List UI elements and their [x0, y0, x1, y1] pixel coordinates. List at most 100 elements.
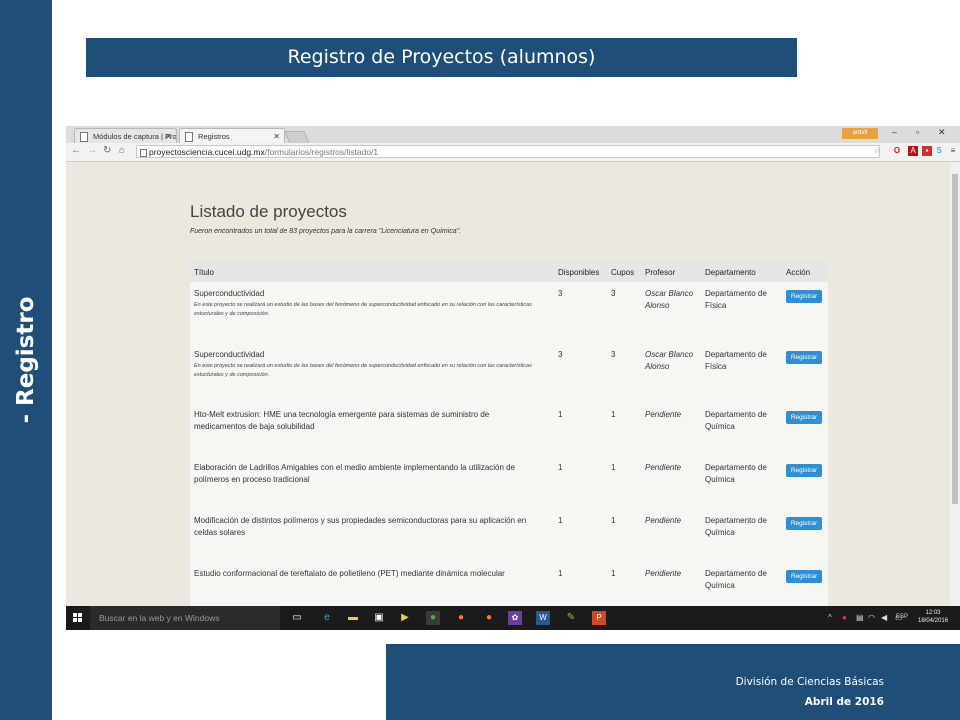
row-available: 1 [558, 463, 563, 472]
close-icon[interactable]: ✕ [165, 129, 172, 143]
row-slots: 1 [611, 463, 616, 472]
col-titulo: Título [194, 268, 215, 277]
browser-tab-strip: Módulos de captura | Pro ✕ Registros ✕ a… [66, 126, 960, 144]
row-title: Superconductividad [194, 289, 265, 298]
taskbar-clock[interactable]: 12:03 18/04/2016 [918, 609, 948, 625]
projects-table: Título Disponibles Cupos Profesor Depart… [190, 262, 828, 606]
row-title: Modificación de distintos polímeros y su… [194, 516, 527, 537]
row-title: Elaboración de Ladrillos Amigables con e… [194, 463, 516, 484]
language-indicator[interactable]: ESP [896, 614, 908, 620]
row-slots: 1 [611, 569, 616, 578]
register-button[interactable]: Registrar [786, 411, 822, 424]
address-bar[interactable]: proyectosciencia.cucei.udg.mx/formulario… [136, 145, 880, 158]
volume-icon[interactable]: ◀ [881, 613, 887, 622]
register-button[interactable]: Registrar [786, 570, 822, 583]
row-title: Superconductividad [194, 350, 265, 359]
register-button[interactable]: Registrar [786, 464, 822, 477]
firefox-dev-icon[interactable]: ● [482, 611, 496, 625]
row-professor: Oscar Blanco Alonso [645, 289, 694, 310]
row-professor: Pendiente [645, 516, 682, 525]
register-button[interactable]: Registrar [786, 290, 822, 303]
row-department: Departamento de Física [705, 289, 767, 310]
row-professor: Pendiente [645, 569, 682, 578]
tab-modulos-captura[interactable]: Módulos de captura | Pro ✕ [74, 128, 177, 143]
back-arrow-icon[interactable]: ← [71, 145, 81, 156]
tab-label: Módulos de captura | Pro [93, 132, 177, 141]
store-icon[interactable]: ▣ [372, 611, 386, 625]
row-slots: 1 [611, 410, 616, 419]
close-window-icon[interactable]: ✕ [938, 127, 946, 138]
reload-icon[interactable]: ↻ [103, 145, 111, 156]
taskbar-search-input[interactable]: Buscar en la web y en Windows [90, 606, 280, 630]
footer-org: División de Ciencias Básicas [735, 676, 884, 688]
col-departamento: Departamento [705, 268, 756, 277]
scroll-thumb[interactable] [952, 174, 958, 504]
maximize-icon[interactable]: ▫ [916, 127, 919, 137]
tab-registros[interactable]: Registros ✕ [179, 128, 285, 143]
footer-band: División de Ciencias Básicas Abril de 20… [386, 644, 960, 720]
task-view-icon[interactable]: ▭ [290, 611, 304, 625]
row-department: Departamento de Química [705, 463, 767, 484]
close-icon[interactable]: ✕ [273, 129, 280, 143]
row-professor: Pendiente [645, 410, 682, 419]
minimize-icon[interactable]: – [892, 127, 897, 137]
network-icon[interactable]: ▤ [856, 613, 864, 622]
slide-title: Registro de Proyectos (alumnos) [86, 38, 797, 77]
app-icon[interactable]: ✿ [508, 611, 522, 625]
windows-taskbar: Buscar en la web y en Windows ▭ e ▬ ▣ ▶ … [66, 606, 960, 630]
register-button[interactable]: Registrar [786, 351, 822, 364]
user-badge[interactable]: ardvfi [842, 128, 878, 139]
row-title: Hto-Melt extrusion: HME una tecnología e… [194, 410, 490, 431]
forward-arrow-icon[interactable]: → [87, 145, 97, 156]
row-slots: 3 [611, 289, 616, 298]
tab-label: Registros [198, 132, 230, 141]
skype-icon[interactable]: S [934, 146, 944, 156]
col-cupos: Cupos [611, 268, 635, 277]
row-title: Estudio conformacional de tereftalato de… [194, 569, 505, 578]
wifi-icon[interactable]: ◠ [868, 613, 875, 622]
paint-icon[interactable]: ✎ [564, 611, 578, 625]
scrollbar[interactable] [950, 162, 960, 606]
file-explorer-icon[interactable]: ▬ [346, 611, 360, 625]
row-available: 1 [558, 410, 563, 419]
row-available: 3 [558, 289, 563, 298]
menu-icon[interactable]: ≡ [948, 146, 958, 156]
url-host: proyectosciencia.cucei.udg.mx [149, 147, 265, 157]
page-info-icon [140, 149, 147, 157]
col-accion: Acción [786, 268, 811, 277]
col-profesor: Profesor [645, 268, 676, 277]
media-icon[interactable]: ▶ [398, 611, 412, 625]
clock-date: 18/04/2016 [918, 618, 949, 624]
word-icon[interactable]: W [536, 611, 550, 625]
browser-screenshot: Módulos de captura | Pro ✕ Registros ✕ a… [66, 126, 960, 630]
register-button[interactable]: Registrar [786, 517, 822, 530]
col-disponibles: Disponibles [558, 268, 600, 277]
row-available: 1 [558, 516, 563, 525]
powerpoint-icon[interactable]: P [592, 611, 606, 625]
chrome-icon[interactable]: ● [426, 611, 440, 625]
adobe-icon[interactable]: A [908, 146, 918, 156]
row-professor: Pendiente [645, 463, 682, 472]
row-department: Departamento de Química [705, 516, 767, 537]
row-slots: 1 [611, 516, 616, 525]
side-label: - Registro [13, 296, 39, 424]
document-icon [185, 132, 193, 142]
row-department: Departamento de Química [705, 410, 767, 431]
tray-chevron-icon[interactable]: ^ [828, 613, 832, 622]
pdf-icon[interactable]: ▪ [922, 146, 932, 156]
document-icon [80, 132, 88, 142]
footer-date: Abril de 2016 [804, 696, 884, 708]
antivirus-icon[interactable]: ● [842, 613, 847, 622]
row-department: Departamento de Física [705, 350, 767, 371]
windows-start-icon[interactable] [73, 613, 83, 623]
star-icon[interactable]: ☆ [872, 146, 882, 156]
edge-icon[interactable]: e [320, 611, 334, 625]
row-professor: Oscar Blanco Alonso [645, 350, 694, 371]
clock-time: 12:03 [925, 610, 941, 616]
opera-icon[interactable]: O [892, 146, 902, 156]
firefox-icon[interactable]: ● [454, 611, 468, 625]
home-icon[interactable]: ⌂ [119, 145, 125, 156]
table-header: Título Disponibles Cupos Profesor Depart… [190, 262, 828, 282]
row-available: 3 [558, 350, 563, 359]
row-slots: 3 [611, 350, 616, 359]
